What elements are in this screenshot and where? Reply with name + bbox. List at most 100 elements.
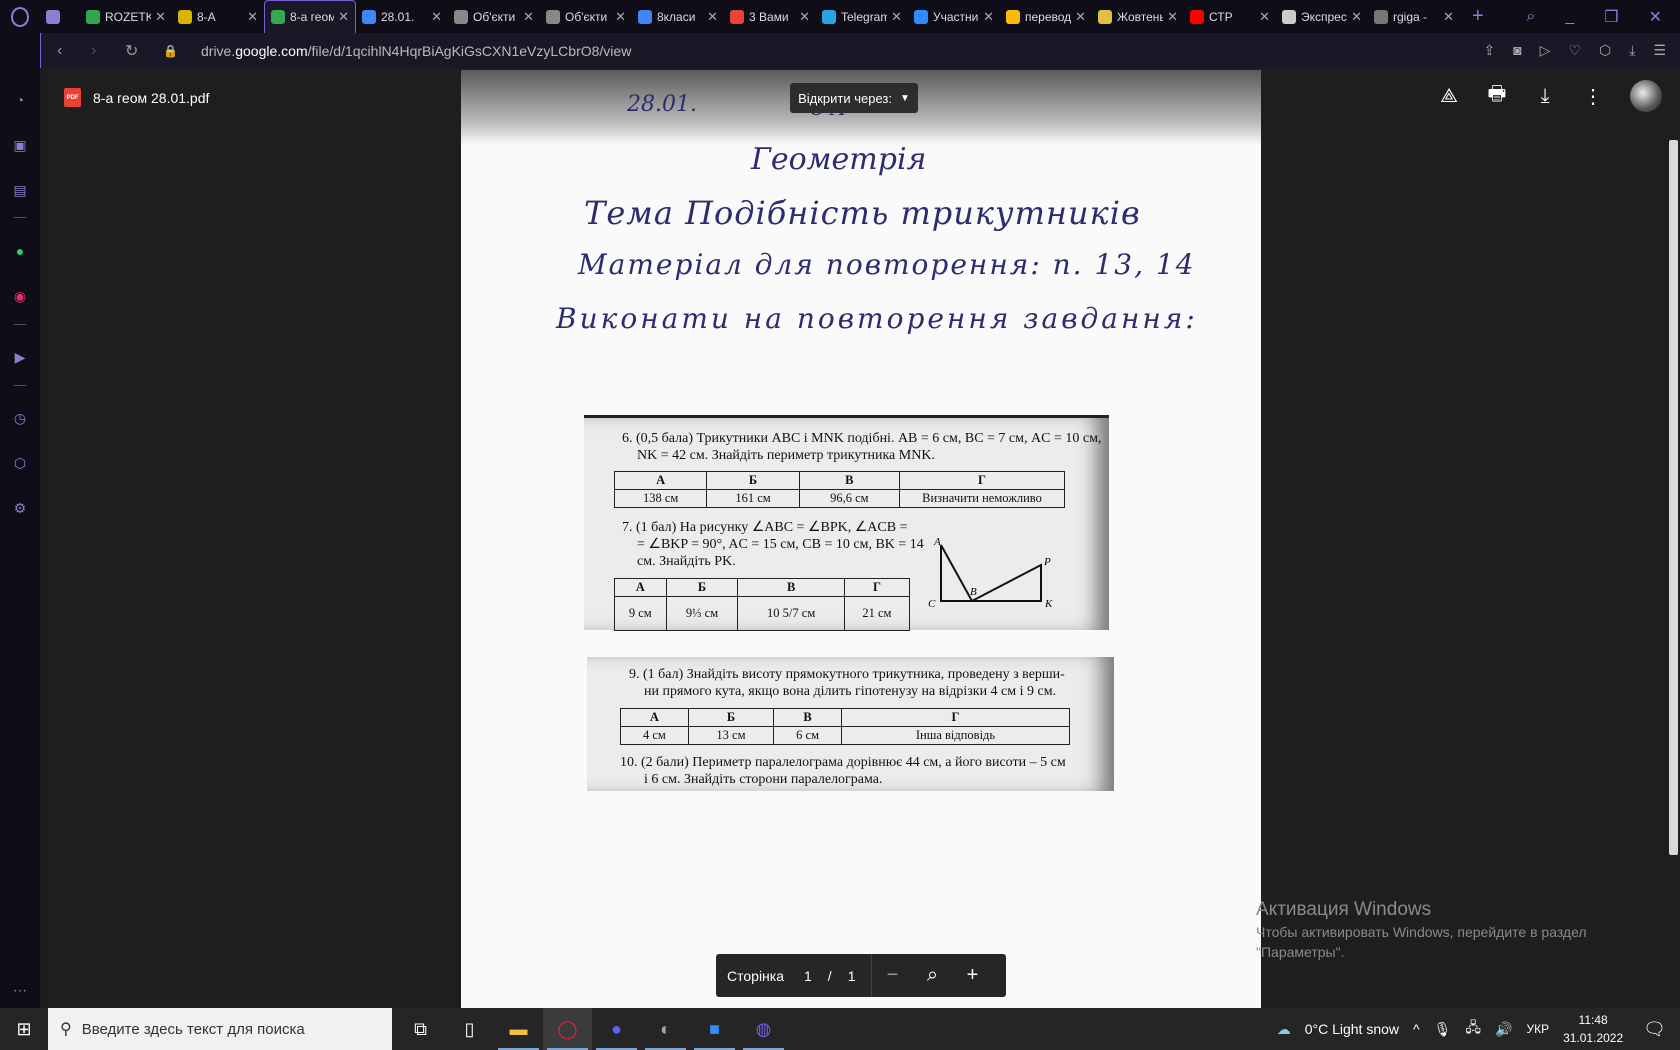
tab-3[interactable]: 8-а геом ✕ [264, 0, 356, 33]
send-icon[interactable]: ▷ [1540, 42, 1551, 59]
pdf-page: 28.01. 8-А Геометрія Тема Подібність три… [461, 70, 1261, 1009]
notepad-icon[interactable]: ▯ [445, 1008, 494, 1050]
close-tab-icon[interactable]: ✕ [1167, 9, 1178, 25]
heart-icon[interactable]: ♡ [1568, 42, 1581, 59]
opera-taskbar-icon[interactable]: ◯ [543, 1008, 592, 1050]
steam-icon[interactable]: ◐ [641, 1008, 690, 1050]
instagram-icon[interactable]: ◉ [10, 286, 30, 306]
tab-11[interactable]: перевод ✕ [1000, 0, 1092, 33]
tab-2[interactable]: 8-А ✕ [172, 0, 264, 33]
tab-label: 3 Вами [749, 9, 789, 24]
url-field[interactable]: drive.google.com/file/d/1qcihlN4HqrBiAgK… [201, 43, 631, 59]
tab-label: Экспресс [1301, 9, 1347, 24]
close-tab-icon[interactable]: ✕ [1259, 9, 1270, 25]
speed-dial-icon[interactable]: ◔ [10, 90, 30, 110]
tab-5[interactable]: Об'єкти ✕ [448, 0, 540, 33]
forward-button[interactable]: › [91, 42, 109, 60]
avatar[interactable] [1630, 80, 1662, 112]
zoom-app-icon[interactable]: ■ [690, 1008, 739, 1050]
scrollbar[interactable] [1669, 140, 1678, 855]
share-icon[interactable]: ⇪ [1483, 42, 1495, 59]
print-icon[interactable]: 🖶 [1486, 83, 1508, 107]
download-icon[interactable]: ⤓ [1629, 42, 1635, 59]
svg-text:C: C [928, 598, 936, 610]
microphone-icon[interactable]: 🎙 [1434, 1021, 1452, 1038]
more-icon[interactable]: ⋯ [10, 980, 30, 1000]
close-tab-icon[interactable]: ✕ [799, 9, 810, 25]
whatsapp-icon[interactable]: ● [10, 241, 30, 261]
more-actions-icon[interactable]: ⋮ [1582, 85, 1604, 108]
tab-9[interactable]: Telegram ✕ [816, 0, 908, 33]
page-controls: Сторінка 1 / 1 − ⌕ + [716, 954, 1006, 997]
page-current[interactable]: 1 [804, 968, 812, 984]
tab-7[interactable]: 8класи ✕ [632, 0, 724, 33]
close-tab-icon[interactable]: ✕ [155, 9, 166, 25]
tab-12[interactable]: Жовтень ✕ [1092, 0, 1184, 33]
tab-10[interactable]: Участники ✕ [908, 0, 1000, 33]
close-tab-icon[interactable]: ✕ [247, 9, 258, 25]
settings-icon[interactable]: ⚙ [10, 498, 30, 518]
close-tab-icon[interactable]: ✕ [615, 9, 626, 25]
workspace-icon[interactable]: ▣ [10, 135, 30, 155]
volume-icon[interactable]: 🔊 [1495, 1021, 1512, 1038]
viber-icon[interactable]: ◍ [739, 1008, 788, 1050]
tab-1[interactable]: ROZETKA✕ [80, 0, 172, 33]
restore-button[interactable]: ❐ [1604, 7, 1618, 27]
q6-answer-table: АБВГ 138 см 161 см 96,6 см Визначити неможл… [613, 471, 1065, 508]
file-explorer-icon[interactable]: ▬ [494, 1008, 543, 1050]
language-indicator[interactable]: УКР [1526, 1022, 1549, 1036]
at-icon [546, 9, 560, 24]
tab-13[interactable]: СТР ✕ [1184, 0, 1276, 33]
close-tab-icon[interactable]: ✕ [891, 9, 902, 25]
notifications-icon[interactable]: 🗨 [1643, 1019, 1666, 1040]
taskbar-search[interactable]: ⚲ Введите здесь текст для поиска [48, 1008, 392, 1050]
tab-15[interactable]: rgiga - ✕ [1368, 0, 1460, 33]
tab-label: 28.01. [381, 9, 415, 24]
close-tab-icon[interactable]: ✕ [431, 9, 442, 25]
clock[interactable]: 11:48 31.01.2022 [1563, 1011, 1623, 1047]
close-tab-icon[interactable]: ✕ [523, 9, 534, 25]
close-tab-icon[interactable]: ✕ [1443, 9, 1454, 25]
close-tab-icon[interactable]: ✕ [707, 9, 718, 25]
tab-8[interactable]: 3 Вами ✕ [724, 0, 816, 33]
tab-label: Telegram [841, 9, 888, 24]
file-title: PDF 8-а геом 28.01.pdf [64, 88, 209, 107]
history-icon[interactable]: ◷ [10, 408, 30, 428]
tab-label: 8-а геом [290, 10, 335, 24]
search-tabs-icon[interactable]: ⌕ [1526, 8, 1535, 26]
tab-label: Об'єкти [565, 9, 608, 24]
zoom-out-button[interactable]: − [872, 964, 912, 987]
reload-button[interactable]: ↻ [125, 41, 143, 61]
network-icon[interactable]: 🖧 [1465, 1017, 1481, 1041]
tab-0[interactable] [40, 0, 80, 33]
close-tab-icon[interactable]: ✕ [1075, 9, 1086, 25]
close-window-button[interactable]: ✕ [1649, 7, 1662, 27]
start-button[interactable]: ⊞ [0, 1019, 48, 1040]
extensions-icon[interactable]: ⬡ [10, 453, 30, 473]
open-with-button[interactable]: Відкрити через: ▼ [790, 83, 918, 113]
snapshot-icon[interactable]: ◙ [1513, 42, 1521, 59]
zoom-icon[interactable]: ⌕ [912, 964, 952, 987]
minimize-button[interactable]: _ [1565, 8, 1574, 26]
close-tab-icon[interactable]: ✕ [1351, 9, 1362, 25]
tab-6[interactable]: Об'єкти ✕ [540, 0, 632, 33]
task-view-icon[interactable]: ⧉ [396, 1008, 445, 1050]
back-button[interactable]: ‹ [57, 42, 75, 60]
tab-14[interactable]: Экспресс ✕ [1276, 0, 1368, 33]
player-icon[interactable]: ▶ [10, 347, 30, 367]
close-tab-icon[interactable]: ✕ [983, 9, 994, 25]
opera-menu-button[interactable] [0, 0, 40, 33]
close-tab-icon[interactable]: ✕ [338, 9, 349, 25]
weather-text[interactable]: 0°C Light snow [1305, 1021, 1399, 1037]
tray-chevron-icon[interactable]: ^ [1413, 1021, 1420, 1037]
add-to-drive-icon[interactable]: ⟁ [1438, 85, 1460, 107]
new-tab-button[interactable]: + [1472, 5, 1484, 28]
cube-icon[interactable]: ⬡ [1599, 42, 1611, 59]
tab-4[interactable]: 28.01. ✕ [356, 0, 448, 33]
windows-logo-icon: ⊞ [16, 1018, 32, 1039]
zoom-in-button[interactable]: + [952, 964, 992, 987]
discord-icon[interactable]: ● [592, 1008, 641, 1050]
twitch-icon[interactable]: ▤ [10, 180, 30, 200]
download-icon[interactable]: ⤓ [1534, 85, 1556, 107]
settings-sliders-icon[interactable]: ☰ [1653, 42, 1666, 59]
